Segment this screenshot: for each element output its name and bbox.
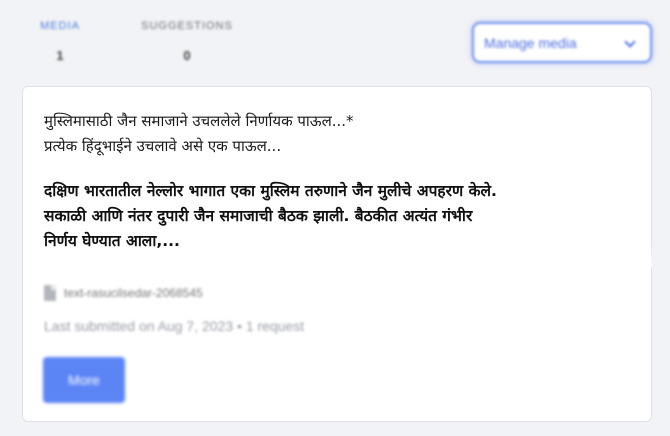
claim-teaser: मुस्लिमासाठी जैन समाजाने उचललेले निर्णाय… [44,112,354,155]
attachment-name: text-rasucilsedar-2068545 [64,286,203,300]
manage-media-label: Manage media [484,34,577,51]
claim-card: मुस्लिमासाठी जैन समाजाने उचललेले निर्णाय… [22,86,652,422]
tab-media[interactable]: MEDIA 1 [30,20,90,63]
manage-media-dropdown[interactable]: Manage media [472,22,652,63]
media-count: 1 [56,48,64,63]
suggestions-label: SUGGESTIONS [141,20,233,32]
stats-bar: MEDIA 1 SUGGESTIONS 0 Manage media [0,0,670,80]
suggestions-count: 0 [183,48,191,63]
claim-body: दक्षिण भारतातील नेल्लोर भागात एका मुस्लि… [44,182,497,250]
file-icon [44,285,56,301]
chevron-down-icon [624,36,636,48]
more-button[interactable]: More [43,357,125,403]
media-label: MEDIA [40,20,80,32]
attachment-row[interactable]: text-rasucilsedar-2068545 [44,284,203,302]
tab-suggestions[interactable]: SUGGESTIONS 0 [122,20,252,63]
text-fade [24,247,652,267]
submission-info: Last submitted on Aug 7, 2023 • 1 reques… [44,318,305,334]
